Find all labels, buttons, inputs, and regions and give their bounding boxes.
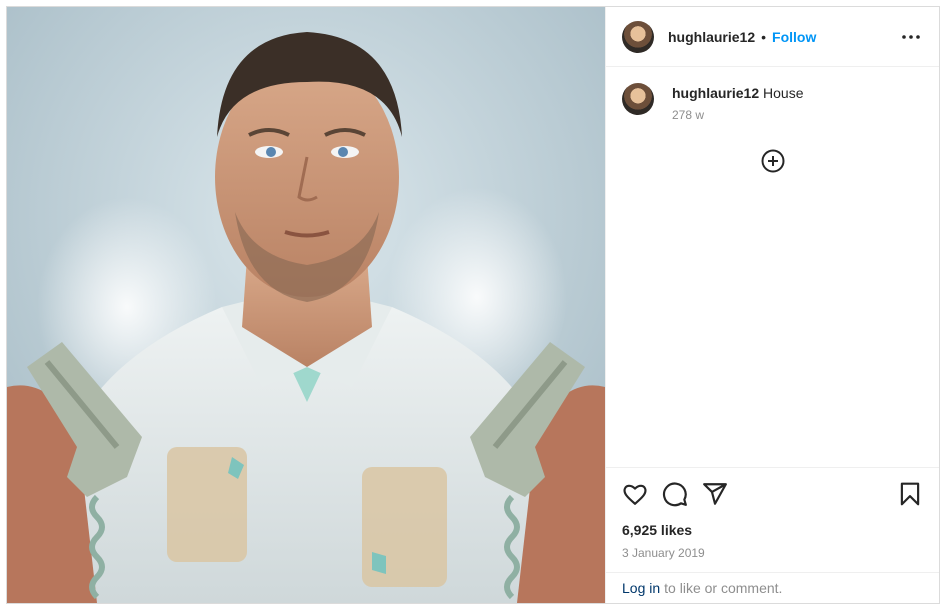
- load-more-comments-button[interactable]: [761, 149, 785, 173]
- header-separator: •: [761, 28, 767, 45]
- bookmark-icon: [900, 482, 920, 506]
- caption-username[interactable]: hughlaurie12: [672, 85, 759, 101]
- comment-button[interactable]: [662, 481, 688, 507]
- comment-icon: [662, 482, 687, 507]
- login-link[interactable]: Log in: [622, 580, 660, 596]
- send-icon: [703, 483, 727, 505]
- login-prompt-text: to like or comment.: [664, 580, 783, 596]
- caption-text: House: [763, 85, 804, 101]
- heart-icon: [623, 484, 647, 505]
- plus-circle-icon: [761, 149, 785, 173]
- comments-area: hughlaurie12 House 278 w: [606, 67, 939, 467]
- action-icons: [622, 480, 923, 508]
- post-side-panel: hughlaurie12 • Follow hughlaurie12 House: [605, 7, 939, 603]
- like-button[interactable]: [622, 481, 648, 507]
- caption-text-line: hughlaurie12 House: [672, 84, 804, 102]
- likes-count[interactable]: 6,925 likes: [622, 522, 923, 538]
- follow-button[interactable]: Follow: [772, 29, 816, 45]
- post-photo[interactable]: [7, 7, 605, 603]
- caption-timestamp[interactable]: 278 w: [672, 108, 804, 122]
- photo-illustration: [7, 7, 605, 603]
- post-header: hughlaurie12 • Follow: [606, 7, 939, 67]
- caption: hughlaurie12 House 278 w: [622, 83, 923, 122]
- post-date[interactable]: 3 January 2019: [622, 546, 923, 560]
- author-avatar[interactable]: [622, 20, 654, 53]
- share-button[interactable]: [702, 481, 728, 507]
- author-username[interactable]: hughlaurie12: [668, 29, 755, 45]
- login-prompt: Log in to like or comment.: [606, 572, 939, 603]
- instagram-post: hughlaurie12 • Follow hughlaurie12 House: [6, 6, 940, 604]
- caption-avatar[interactable]: [622, 83, 654, 115]
- caption-body: hughlaurie12 House 278 w: [672, 83, 804, 122]
- save-button[interactable]: [897, 481, 923, 507]
- action-bar: 6,925 likes 3 January 2019: [606, 467, 939, 572]
- more-options-button[interactable]: [899, 25, 923, 49]
- more-horizontal-icon: [902, 34, 920, 39]
